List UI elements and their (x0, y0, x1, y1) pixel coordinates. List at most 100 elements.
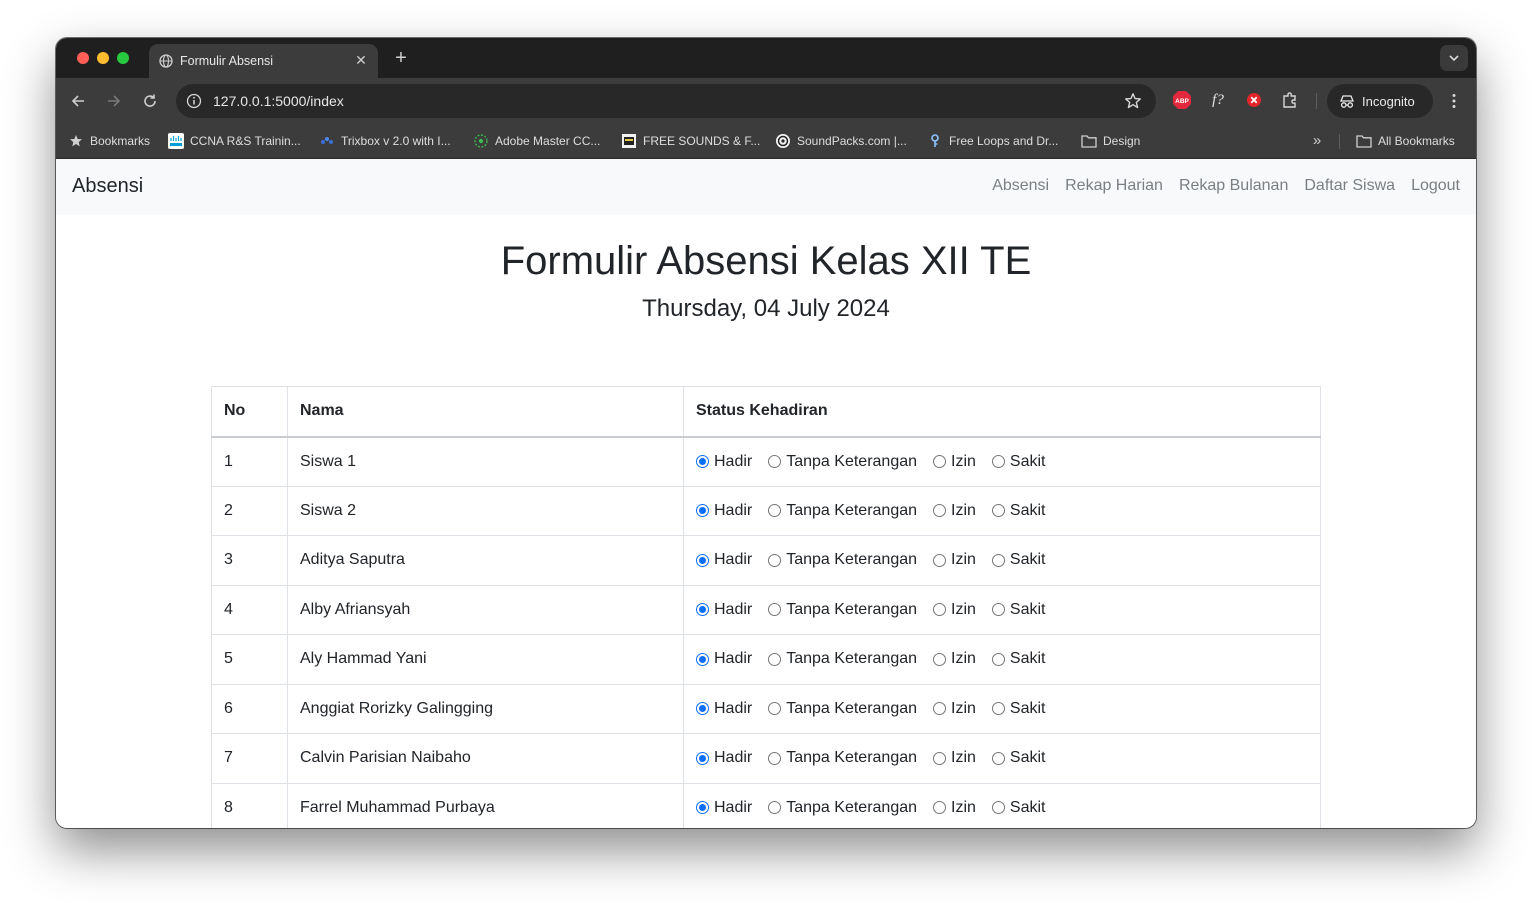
tab-search-button[interactable] (1440, 45, 1468, 71)
bookmark-ccna[interactable]: CCNA R&S Trainin... (168, 131, 301, 151)
status-option-izin[interactable]: Izin (933, 502, 976, 520)
status-option-sakit[interactable]: Sakit (991, 799, 1046, 817)
radio-hadir[interactable] (696, 801, 709, 815)
status-option-sakit[interactable]: Sakit (991, 551, 1046, 569)
radio-tanpa-keterangan[interactable] (768, 504, 782, 518)
minimize-window-button[interactable] (97, 52, 109, 64)
status-option-tanpa-keterangan[interactable]: Tanpa Keterangan (768, 601, 917, 619)
status-option-hadir[interactable]: Hadir (696, 453, 752, 471)
radio-izin[interactable] (933, 652, 947, 666)
radio-hadir[interactable] (696, 751, 709, 765)
close-window-button[interactable] (77, 52, 89, 64)
radio-hadir[interactable] (696, 652, 709, 666)
radio-sakit[interactable] (991, 504, 1005, 518)
status-option-izin[interactable]: Izin (933, 650, 976, 668)
radio-label: Tanpa Keterangan (786, 501, 918, 519)
radio-hadir[interactable] (696, 553, 709, 567)
close-tab-icon[interactable]: ✕ (353, 52, 369, 68)
adblock-extension-icon[interactable]: ABP (1172, 90, 1192, 110)
extensions-puzzle-icon[interactable] (1280, 90, 1300, 110)
bookmark-soundpacks[interactable]: SoundPacks.com |... (775, 131, 907, 151)
radio-izin[interactable] (933, 702, 947, 716)
radio-sakit[interactable] (991, 652, 1005, 666)
status-option-tanpa-keterangan[interactable]: Tanpa Keterangan (768, 700, 917, 718)
radio-sakit[interactable] (991, 751, 1005, 765)
status-option-hadir[interactable]: Hadir (696, 601, 752, 619)
radio-sakit[interactable] (991, 553, 1005, 567)
bookmark-free-loops[interactable]: Free Loops and Dr... (927, 131, 1058, 151)
status-option-tanpa-keterangan[interactable]: Tanpa Keterangan (768, 453, 917, 471)
radio-tanpa-keterangan[interactable] (768, 603, 782, 617)
radio-sakit[interactable] (991, 455, 1005, 468)
bookmark-freesounds[interactable]: FREE SOUNDS & F... (621, 131, 760, 151)
bookmark-bookmarks[interactable]: Bookmarks (68, 131, 150, 151)
radio-izin[interactable] (933, 553, 947, 567)
radio-izin[interactable] (933, 504, 947, 518)
radio-izin[interactable] (933, 455, 947, 468)
radio-hadir[interactable] (696, 504, 709, 518)
radio-izin[interactable] (933, 603, 947, 617)
status-option-sakit[interactable]: Sakit (991, 749, 1046, 767)
browser-menu-button[interactable] (1446, 89, 1462, 113)
status-option-sakit[interactable]: Sakit (991, 601, 1046, 619)
nav-link-rekap-harian[interactable]: Rekap Harian (1065, 177, 1163, 195)
bookmark-adobe[interactable]: Adobe Master CC... (473, 131, 600, 151)
reload-button[interactable] (138, 89, 162, 113)
status-option-izin[interactable]: Izin (933, 799, 976, 817)
radio-tanpa-keterangan[interactable] (768, 652, 782, 666)
bookmark-star-icon[interactable] (1124, 92, 1142, 110)
radio-tanpa-keterangan[interactable] (768, 553, 782, 567)
status-option-tanpa-keterangan[interactable]: Tanpa Keterangan (768, 502, 917, 520)
status-option-izin[interactable]: Izin (933, 601, 976, 619)
radio-hadir[interactable] (696, 455, 709, 468)
incognito-badge[interactable]: Incognito (1327, 84, 1433, 118)
new-tab-button[interactable]: + (390, 47, 412, 69)
status-option-izin[interactable]: Izin (933, 453, 976, 471)
status-option-sakit[interactable]: Sakit (991, 502, 1046, 520)
status-option-izin[interactable]: Izin (933, 749, 976, 767)
tab-formulir-absensi[interactable]: Formulir Absensi ✕ (149, 44, 378, 78)
radio-sakit[interactable] (991, 801, 1005, 815)
maximize-window-button[interactable] (117, 52, 129, 64)
bookmarks-overflow-icon[interactable]: » (1308, 132, 1326, 150)
bookmark-folder-design[interactable]: Design (1081, 131, 1140, 151)
radio-sakit[interactable] (991, 702, 1005, 716)
status-option-hadir[interactable]: Hadir (696, 749, 752, 767)
nav-link-absensi[interactable]: Absensi (992, 177, 1049, 195)
status-option-sakit[interactable]: Sakit (991, 453, 1046, 471)
site-info-icon[interactable] (186, 93, 202, 109)
status-option-hadir[interactable]: Hadir (696, 502, 752, 520)
status-option-sakit[interactable]: Sakit (991, 700, 1046, 718)
status-option-tanpa-keterangan[interactable]: Tanpa Keterangan (768, 799, 917, 817)
status-option-tanpa-keterangan[interactable]: Tanpa Keterangan (768, 749, 917, 767)
close-extension-icon[interactable] (1244, 90, 1264, 110)
radio-tanpa-keterangan[interactable] (768, 455, 782, 468)
radio-tanpa-keterangan[interactable] (768, 702, 782, 716)
status-option-tanpa-keterangan[interactable]: Tanpa Keterangan (768, 551, 917, 569)
radio-hadir[interactable] (696, 702, 709, 716)
status-option-tanpa-keterangan[interactable]: Tanpa Keterangan (768, 650, 917, 668)
status-option-hadir[interactable]: Hadir (696, 551, 752, 569)
radio-tanpa-keterangan[interactable] (768, 751, 782, 765)
status-option-izin[interactable]: Izin (933, 551, 976, 569)
radio-hadir[interactable] (696, 603, 709, 617)
nav-link-logout[interactable]: Logout (1411, 177, 1460, 195)
status-option-hadir[interactable]: Hadir (696, 650, 752, 668)
radio-sakit[interactable] (991, 603, 1005, 617)
forward-button[interactable] (102, 89, 126, 113)
radio-tanpa-keterangan[interactable] (768, 801, 782, 815)
radio-izin[interactable] (933, 801, 947, 815)
status-option-izin[interactable]: Izin (933, 700, 976, 718)
bookmark-trixbox[interactable]: Trixbox v 2.0 with I... (319, 131, 451, 151)
nav-link-daftar-siswa[interactable]: Daftar Siswa (1304, 177, 1395, 195)
status-option-hadir[interactable]: Hadir (696, 700, 752, 718)
status-option-hadir[interactable]: Hadir (696, 799, 752, 817)
back-button[interactable] (66, 89, 90, 113)
radio-izin[interactable] (933, 751, 947, 765)
navbar-brand[interactable]: Absensi (72, 175, 143, 198)
fx-extension-icon[interactable]: f? (1208, 90, 1228, 110)
status-option-sakit[interactable]: Sakit (991, 650, 1046, 668)
nav-link-rekap-bulanan[interactable]: Rekap Bulanan (1179, 177, 1288, 195)
all-bookmarks-button[interactable]: All Bookmarks (1356, 131, 1455, 151)
address-bar[interactable]: 127.0.0.1:5000/index (176, 84, 1156, 118)
